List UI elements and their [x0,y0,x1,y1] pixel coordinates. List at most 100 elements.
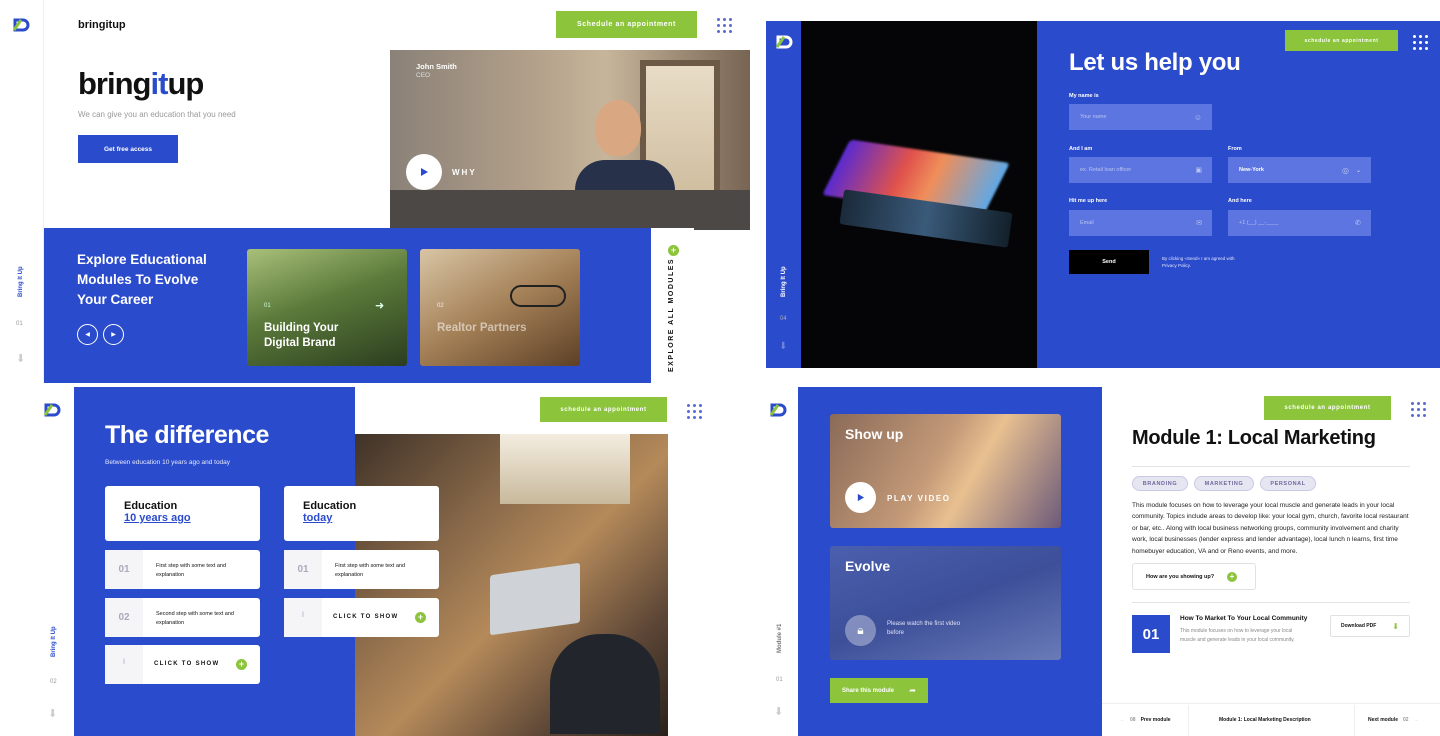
schedule-button[interactable]: schedule an appointment [1264,396,1391,420]
step-card: 01 First step with some text and explana… [284,550,439,589]
get-access-button[interactable]: Get free access [78,135,178,163]
current-module-label: Module 1: Local Marketing Description [1219,717,1311,723]
next-num: 02 [1403,717,1409,723]
menu-grid-icon[interactable] [1411,402,1426,417]
city-select[interactable]: New-York ◎ ⌄ [1228,157,1371,183]
hero-title-part: up [167,66,204,101]
step-text: First step with some text and explanatio… [335,563,405,578]
page-number: 02 [50,679,57,685]
city-value: New-York [1239,167,1264,173]
user-icon: ☺ [1193,112,1202,122]
plus-circle-icon: + [1227,571,1237,582]
privacy-agreement[interactable]: By clicking «Send» I am agreed with Priv… [1162,255,1244,269]
send-button[interactable]: Send [1069,250,1149,274]
prev-num: 08 [1130,717,1136,723]
module-description: This module focuses on how to leverage y… [1132,502,1409,555]
person-shape [550,634,660,734]
arrow-down-icon[interactable]: ⬇ [16,352,25,365]
step-number: 01 [105,550,143,589]
step-card: 02 Second step with some text and explan… [105,598,260,637]
hero-title: bringitup [78,66,204,102]
difference-title: The difference [105,421,269,449]
page-number: 04 [780,316,787,322]
role-field[interactable]: ex. Retail loan officer ▣ [1069,157,1212,183]
hit-label: Hit me up here [1069,198,1108,204]
question-button[interactable]: How are you showing up? + [1132,563,1256,590]
share-arrow-icon: ➦ [909,686,916,695]
laptop-shape [490,562,580,636]
step-card: 01 First step with some text and explana… [105,550,260,589]
prev-module-link[interactable]: ← 08 Prev module [1120,717,1171,723]
brand-wordmark[interactable]: bringitup [78,19,126,31]
name-placeholder: Your name [1080,114,1107,120]
brand-logo-icon[interactable] [776,35,794,49]
prev-arrow-button[interactable]: ◀ [77,324,98,345]
schedule-button[interactable]: schedule an appointment [1285,30,1398,51]
next-module-link[interactable]: Next module 02 → [1368,717,1419,723]
tag-personal[interactable]: PERSONAL [1260,476,1316,491]
share-label: Share this module [842,687,895,694]
play-button[interactable] [845,482,876,513]
side-brand-label: Bring It Up [781,266,787,297]
phone-field[interactable]: +1 (__) __-____ ✆ [1228,210,1371,236]
email-placeholder: Email [1080,220,1094,226]
step-text: First step with some text and explanatio… [156,563,226,578]
envelope-icon: ✉ [1196,220,1202,227]
brand-logo-icon[interactable] [13,18,31,32]
locked-message: Please watch the first video before [887,621,961,636]
download-pdf-button[interactable]: Download PDF ⬇ [1330,615,1410,637]
phone-placeholder: +1 (__) __-____ [1239,220,1279,226]
module-card-title: Building Your Digital Brand [264,322,339,349]
hero-subtitle: We can give you an education that you ne… [78,110,236,119]
plus-circle-icon: + [415,612,426,623]
step-text: Second step with some text and explanati… [156,611,234,626]
module-card[interactable]: 01 ➜ Building Your Digital Brand [247,249,407,366]
plus-circle-icon: + [668,245,679,256]
screen-module: Module #1 01 ⬇ Show up PLAY VIDEO Evolve… [766,387,1440,736]
play-video-label: PLAY VIDEO [887,494,951,503]
phone-icon: ✆ [1355,220,1361,227]
name-field[interactable]: Your name ☺ [1069,104,1212,130]
column-title: Education [124,500,178,512]
schedule-button[interactable]: Schedule an appointment [556,11,697,38]
brand-logo-icon[interactable] [770,403,788,417]
email-field[interactable]: Email ✉ [1069,210,1212,236]
tag-marketing[interactable]: MARKETING [1194,476,1254,491]
tag-branding[interactable]: BRANDING [1132,476,1188,491]
lesson-number: 01 [1132,615,1170,653]
click-to-show-card[interactable]: ╹ CLICK TO SHOW + [105,645,260,684]
arrow-right-icon: ➜ [375,300,385,312]
chevron-down-icon: ⌄ [1355,167,1361,174]
module-card-title: Realtor Partners [437,322,527,334]
arrow-down-icon[interactable]: ⬇ [48,707,57,720]
video-card-show-up[interactable]: Show up PLAY VIDEO [830,414,1061,528]
iam-label: And I am [1069,146,1093,152]
laptop-photo [801,21,1037,368]
hero-photo: John Smith CEO WHY [390,50,750,230]
schedule-button[interactable]: schedule an appointment [540,397,667,422]
arrow-down-icon[interactable]: ⬇ [774,705,783,718]
lock-slot: ╹ [284,598,322,637]
brand-logo-icon[interactable] [44,403,62,417]
module-title: Module 1: Local Marketing [1132,427,1376,449]
role-placeholder: ex. Retail loan officer [1080,167,1132,173]
menu-grid-icon[interactable] [717,18,732,33]
prev-label: Prev module [1140,717,1171,723]
arrow-down-icon[interactable]: ⬇ [779,341,787,352]
module-card[interactable]: 02 Realtor Partners [420,249,580,366]
menu-grid-icon[interactable] [1413,35,1428,50]
andhere-label: And here [1228,198,1252,204]
video-card-evolve: Evolve 🔒︎ Please watch the first video b… [830,546,1061,660]
side-brand-label: Bring It Up [18,266,24,297]
globe-icon: ◎ [1342,165,1349,175]
play-button[interactable] [406,154,442,190]
menu-grid-icon[interactable] [687,404,702,419]
why-label: WHY [452,168,477,177]
share-button[interactable]: Share this module ➦ [830,678,928,703]
click-to-show-card[interactable]: ╹ CLICK TO SHOW + [284,598,439,637]
next-arrow-button[interactable]: ▶ [103,324,124,345]
step-number: 02 [105,598,143,637]
photo-window [500,434,630,504]
person-name: John Smith [416,62,457,71]
explore-all-label[interactable]: EXPLORE ALL MODULES [668,258,675,372]
